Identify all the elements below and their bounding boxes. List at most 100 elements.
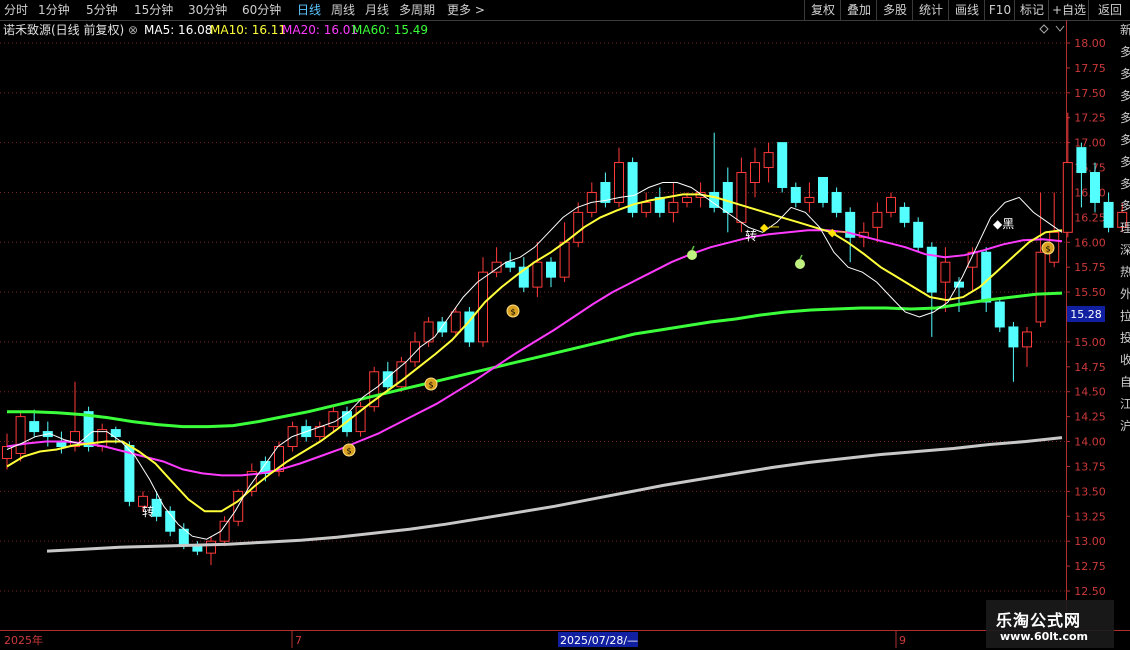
candle-body-up [641, 201, 652, 213]
signal-marker: ◆一 [828, 226, 847, 239]
mark-button[interactable]: 标记 [1014, 0, 1049, 20]
candle-body-down [505, 261, 516, 268]
candle-body-down [913, 221, 924, 248]
candle-body-up [668, 201, 679, 213]
tab-more[interactable]: 更多 > [447, 2, 485, 18]
side-strip-char: 拉 [1120, 308, 1130, 323]
candle-body-up [532, 261, 543, 288]
multi-stock-button[interactable]: 多股 [876, 0, 913, 20]
ma60-value: MA60: 15.49 [352, 23, 428, 37]
date-year-label: 2025年 [4, 633, 43, 647]
price-tick-label: 17.25 [1074, 112, 1106, 125]
f10-button[interactable]: F10 [984, 0, 1015, 20]
candle-body-up [1035, 251, 1046, 323]
side-strip-char: 投 [1120, 330, 1130, 345]
price-tick-label: 17.50 [1074, 87, 1106, 100]
side-strip-char: 多 [1120, 111, 1130, 125]
diamond-icon [1039, 24, 1049, 34]
watermark-name: 乐淘公式网 [996, 611, 1082, 630]
price-tick-label: 12.50 [1074, 585, 1106, 598]
candle-body-up [682, 196, 692, 203]
apple-stem-icon [799, 254, 803, 260]
candle-body-down [722, 181, 733, 213]
price-tick-label: 12.75 [1074, 560, 1106, 573]
adjust-button[interactable]: 复权 [804, 0, 841, 20]
kline-chart[interactable]: 18.0017.7517.5017.2517.0016.7516.5016.25… [0, 20, 1130, 650]
side-strip-char: 多 [1120, 177, 1130, 191]
money-bag-symbol: $ [510, 308, 515, 317]
candle-body-up [15, 416, 26, 455]
tab-multi-period[interactable]: 多周期 [399, 2, 435, 18]
tab-intraday[interactable]: 分时 [4, 2, 28, 18]
candle-body-up [97, 429, 108, 448]
side-strip-char: 沪 [1120, 419, 1130, 433]
price-tick-label: 16.00 [1074, 236, 1106, 249]
candle-body-up [614, 162, 624, 203]
candle-body-up [450, 311, 461, 333]
tab-weekly[interactable]: 周线 [331, 2, 355, 18]
candle-body-up [750, 162, 760, 183]
price-tick-label: 13.25 [1074, 510, 1106, 523]
signal-marker: ◆一 [760, 221, 779, 234]
tab-30min[interactable]: 30分钟 [188, 2, 227, 18]
draw-line-button[interactable]: 画线 [948, 0, 985, 20]
tab-5min[interactable]: 5分钟 [86, 2, 118, 18]
price-tick-label: 15.00 [1074, 336, 1106, 349]
candle-body-up [763, 152, 774, 169]
chart-title: 诺禾致源(日线 前复权) [3, 22, 124, 37]
money-bag-symbol: $ [1045, 245, 1050, 254]
candle-body-up [804, 196, 815, 203]
signal-label: 转 [745, 228, 757, 243]
ma250-line [46, 436, 1063, 553]
candle-body-down [1008, 326, 1019, 348]
tab-15min[interactable]: 15分钟 [134, 2, 173, 18]
side-strip-char: 多 [1120, 67, 1130, 81]
period-toolbar: 分时 1分钟 5分钟 15分钟 30分钟 60分钟 日线 周线 月线 多周期 更… [0, 0, 1130, 21]
price-tick-label: 16.25 [1074, 211, 1106, 224]
side-strip-char: 多 [1120, 89, 1130, 103]
signal-label: ◆黑 [993, 217, 1014, 231]
side-strip-char: 深 [1120, 243, 1130, 257]
candle-body-up [206, 540, 216, 554]
tab-1min[interactable]: 1分钟 [38, 2, 70, 18]
overlay-button[interactable]: 叠加 [840, 0, 877, 20]
cursor-date-label: 2025/07/28/— [560, 634, 638, 647]
statistics-button[interactable]: 统计 [912, 0, 949, 20]
candle-body-down [29, 421, 40, 433]
side-strip-char: 收 [1120, 353, 1130, 367]
candle-body-down [546, 261, 556, 278]
back-button[interactable]: 返回 [1088, 0, 1130, 20]
ma5-line [6, 182, 1063, 540]
price-tick-label: 14.25 [1074, 411, 1106, 424]
side-strip-char: 多 [1120, 155, 1130, 169]
tab-monthly[interactable]: 月线 [365, 2, 389, 18]
settings-icon: ⊗ [128, 23, 138, 37]
side-strip-char: 多 [1120, 45, 1130, 59]
price-tick-label: 14.75 [1074, 361, 1106, 374]
price-tick-label: 13.50 [1074, 485, 1106, 498]
candle-body-down [1090, 172, 1100, 203]
side-strip-char: 自 [1120, 375, 1130, 389]
add-watchlist-button[interactable]: +自选 [1048, 0, 1089, 20]
tab-daily[interactable]: 日线 [297, 2, 321, 18]
ma60-line [7, 291, 1063, 429]
candle-body-up [1022, 331, 1032, 348]
side-strip-char: 多 [1120, 133, 1130, 147]
candle-body-down [818, 177, 828, 203]
price-tick-label: 14.00 [1074, 436, 1106, 449]
side-strip-char: 外 [1120, 287, 1130, 301]
ma5-value: MA5: 16.08 [144, 23, 212, 37]
candle-body-up [736, 172, 747, 223]
apple-stem-icon [691, 245, 695, 251]
candle-body-up [328, 411, 339, 428]
price-tick-label: 15.75 [1074, 261, 1106, 274]
date-month-label: 7 [295, 634, 302, 647]
candle-body-down [831, 191, 842, 213]
side-strip-char: 多 [1120, 199, 1130, 213]
price-tick-label: 13.00 [1074, 535, 1106, 548]
candle-body-down [777, 142, 788, 188]
signal-label: 转 [142, 504, 154, 519]
tab-60min[interactable]: 60分钟 [242, 2, 281, 18]
price-tick-label: 13.75 [1074, 460, 1106, 473]
ma10-line [6, 193, 1063, 513]
